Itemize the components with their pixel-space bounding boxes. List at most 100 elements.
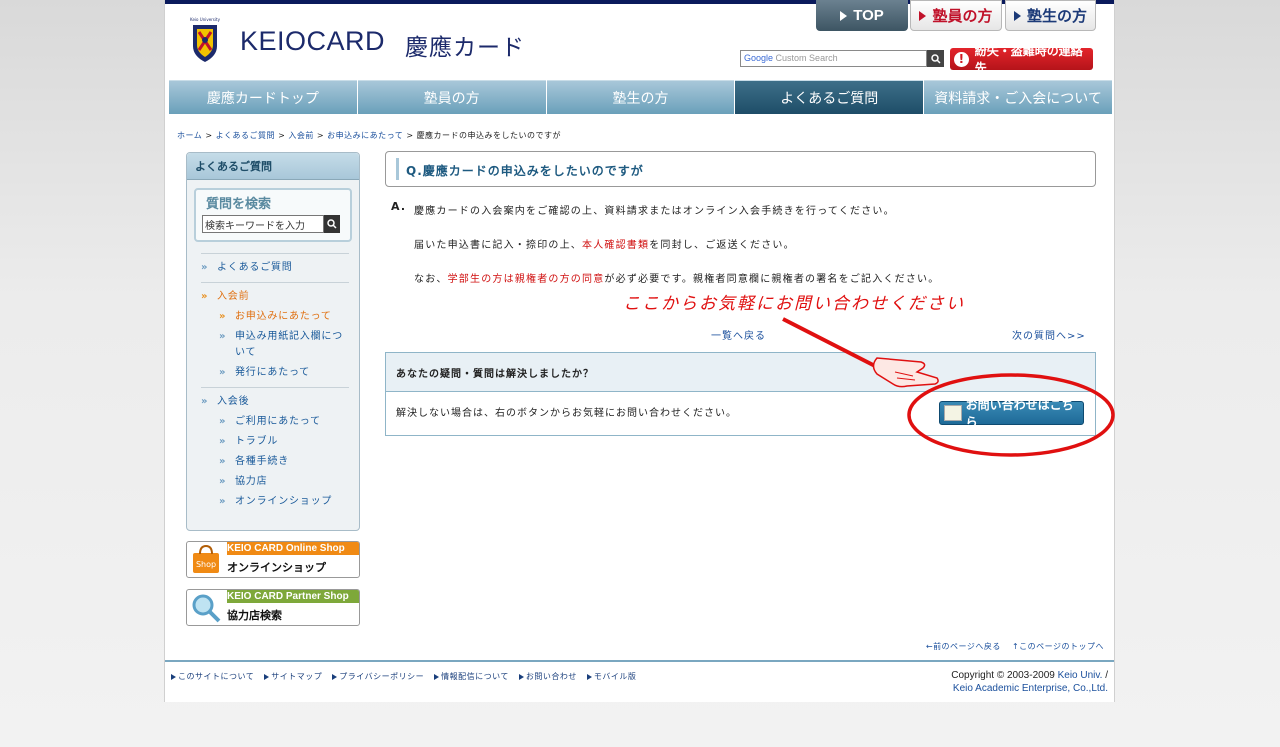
answer-line-1: 慶應カードの入会案内をご確認の上、資料請求またはオンライン入会手続きを行ってくだ… (414, 206, 895, 217)
search-placeholder: Custom Search (775, 53, 838, 63)
question-search-box: 質問を検索 検索キーワードを入力 (194, 188, 352, 242)
back-to-list-link[interactable]: 一覧へ戻る (711, 327, 766, 342)
double-chevron-icon: » (219, 436, 225, 447)
google-logo: Google (744, 53, 774, 63)
answer-label: A. (391, 200, 407, 213)
page-top-link[interactable]: ↑このページのトップへ (1012, 642, 1104, 651)
breadcrumb-sep: > (278, 131, 286, 140)
sidebar-item-issuance[interactable]: » 発行にあたって (201, 363, 349, 383)
divider (201, 253, 349, 254)
sidebar-item-usage[interactable]: » ご利用にあたって (201, 412, 349, 432)
sidebar-item-label: トラブル (235, 436, 279, 447)
page-container: Keio University KEIOCARD 慶應カード TOP 塾員の方 … (164, 0, 1115, 702)
resolution-heading: あなたの疑問・質問は解決しましたか？ (386, 353, 1095, 392)
question-title: Q.慶應カードの申込みをしたいのですが (406, 164, 644, 178)
top-nav-student-label: 塾生の方 (1026, 8, 1087, 25)
question-search-input[interactable]: 検索キーワードを入力 (202, 215, 324, 233)
breadcrumb-current: 慶應カードの申込みをしたいのですが (416, 131, 562, 140)
sidebar-item-apply[interactable]: » お申込みにあたって (201, 307, 349, 327)
google-search-input[interactable]: Google Custom Search (740, 50, 927, 67)
prev-page-link[interactable]: ←前のページへ戻る (926, 642, 1001, 651)
footer-link-contact[interactable]: お問い合わせ (519, 671, 577, 682)
double-chevron-icon: » (219, 367, 225, 378)
footer-link-sitemap[interactable]: サイトマップ (264, 671, 322, 682)
shopping-bag-icon: Shop (193, 544, 219, 573)
enterprise-link[interactable]: Keio Academic Enterprise, Co.,Ltd. (953, 683, 1108, 694)
accent-bar (396, 158, 399, 180)
next-question-link[interactable]: 次の質問へ>> (1012, 327, 1086, 342)
triangle-icon (840, 10, 848, 21)
search-button[interactable] (927, 50, 944, 67)
sidebar-title: よくあるご質問 (187, 153, 359, 180)
footer-divider (165, 660, 1114, 662)
double-chevron-icon: » (201, 291, 207, 302)
online-shop-banner[interactable]: KEIO CARD Online Shop Shop オンラインショップ (186, 541, 360, 578)
sidebar-item-form-fields[interactable]: » 申込み用紙記入欄について (201, 327, 349, 363)
double-chevron-icon: » (219, 416, 225, 427)
shop-icon-text: Shop (196, 560, 216, 569)
footer-links: このサイトについて サイトマップ プライバシーポリシー 情報配信について お問い… (171, 671, 636, 682)
banner-title: KEIO CARD Partner Shop (227, 590, 359, 603)
top-nav-student-button[interactable]: 塾生の方 (1005, 0, 1096, 31)
keio-univ-link[interactable]: Keio Univ. (1058, 670, 1103, 681)
breadcrumb-before[interactable]: 入会前 (288, 131, 314, 140)
sidebar-item-trouble[interactable]: » トラブル (201, 432, 349, 452)
sidebar-item-online-shop[interactable]: » オンラインショップ (201, 492, 349, 512)
brand-name: KEIOCARD (240, 26, 386, 56)
breadcrumb-faq[interactable]: よくあるご質問 (216, 131, 276, 140)
partner-shop-banner[interactable]: KEIO CARD Partner Shop 協力店検索 (186, 589, 360, 626)
main-nav-request[interactable]: 資料請求・ご入会について (924, 80, 1112, 114)
sidebar-item-faq[interactable]: » よくあるご質問 (201, 258, 349, 278)
sidebar-item-after-join[interactable]: » 入会後 (201, 392, 349, 412)
triangle-icon (1013, 10, 1021, 21)
banner-label: 協力店検索 (227, 609, 282, 622)
question-search-button[interactable] (324, 215, 340, 233)
copyright-prefix: Copyright © 2003-2009 (951, 670, 1055, 681)
answer-text: を同封し、ご返送ください。 (649, 240, 795, 251)
main-nav-card-top[interactable]: 慶應カードトップ (169, 80, 357, 114)
question-title-box: Q.慶應カードの申込みをしたいのですが (385, 151, 1096, 187)
footer-link-newsletter[interactable]: 情報配信について (434, 671, 509, 682)
divider (201, 282, 349, 283)
footer-link-privacy[interactable]: プライバシーポリシー (332, 671, 424, 682)
sidebar-item-label: お申込みにあたって (235, 311, 332, 322)
main-nav-student[interactable]: 塾生の方 (546, 80, 735, 114)
sidebar-item-label: 入会前 (217, 291, 250, 302)
resolution-text: 解決しない場合は、右のボタンからお気軽にお問い合わせください。 (396, 408, 737, 419)
sidebar-item-label: 入会後 (217, 396, 250, 407)
main-nav-member[interactable]: 塾員の方 (357, 80, 546, 114)
main-nav-faq[interactable]: よくあるご質問 (735, 80, 924, 114)
resolution-box: あなたの疑問・質問は解決しましたか？ 解決しない場合は、右のボタンからお気軽にお… (385, 352, 1096, 436)
footer-link-mobile[interactable]: モバイル版 (587, 671, 637, 682)
sidebar-list: » よくあるご質問 » 入会前 » お申込みにあたって » 申込み用紙記入欄について »… (201, 249, 349, 512)
sidebar-item-label: 協力店 (235, 476, 268, 487)
envelope-icon (944, 405, 962, 421)
double-chevron-icon: » (219, 311, 225, 322)
magnifier-icon (192, 594, 221, 623)
breadcrumb-sep: > (406, 131, 414, 140)
sidebar-item-before-join[interactable]: » 入会前 (201, 287, 349, 307)
highlight-text: 学部生の方は親権者の方の同意 (447, 274, 605, 285)
top-nav-member-label: 塾員の方 (932, 8, 993, 25)
footer-link-about[interactable]: このサイトについて (171, 671, 254, 682)
contact-button-label: お問い合わせはこちら (965, 398, 1074, 429)
top-nav-member-button[interactable]: 塾員の方 (910, 0, 1002, 31)
copyright-slash: / (1105, 670, 1108, 681)
contact-button[interactable]: お問い合わせはこちら (939, 398, 1084, 429)
triangle-icon (919, 10, 927, 21)
breadcrumb-apply[interactable]: お申込みにあたって (327, 131, 403, 140)
answer-line-2: 届いた申込書に記入・捺印の上、本人確認書類を同封し、ご返送ください。 (414, 236, 795, 251)
breadcrumb: ホーム > よくあるご質問 > 入会前 > お申込みにあたって > 慶應カードの… (177, 130, 561, 141)
keio-crest-logo[interactable]: Keio University (185, 16, 225, 66)
sidebar-item-partners[interactable]: » 協力店 (201, 472, 349, 492)
double-chevron-icon: » (219, 331, 225, 342)
breadcrumb-home[interactable]: ホーム (177, 131, 202, 140)
lost-stolen-contact-button[interactable]: ! 紛失・盗難時の連絡先 (950, 44, 1093, 75)
sidebar-item-label: ご利用にあたって (235, 416, 321, 427)
sidebar-item-procedures[interactable]: » 各種手続き (201, 452, 349, 472)
double-chevron-icon: » (201, 262, 207, 273)
sidebar-item-label: 申込み用紙記入欄について (235, 331, 343, 358)
top-nav-top-button[interactable]: TOP (816, 0, 908, 31)
sidebar-item-label: よくあるご質問 (217, 262, 293, 273)
search-icon (930, 53, 941, 64)
